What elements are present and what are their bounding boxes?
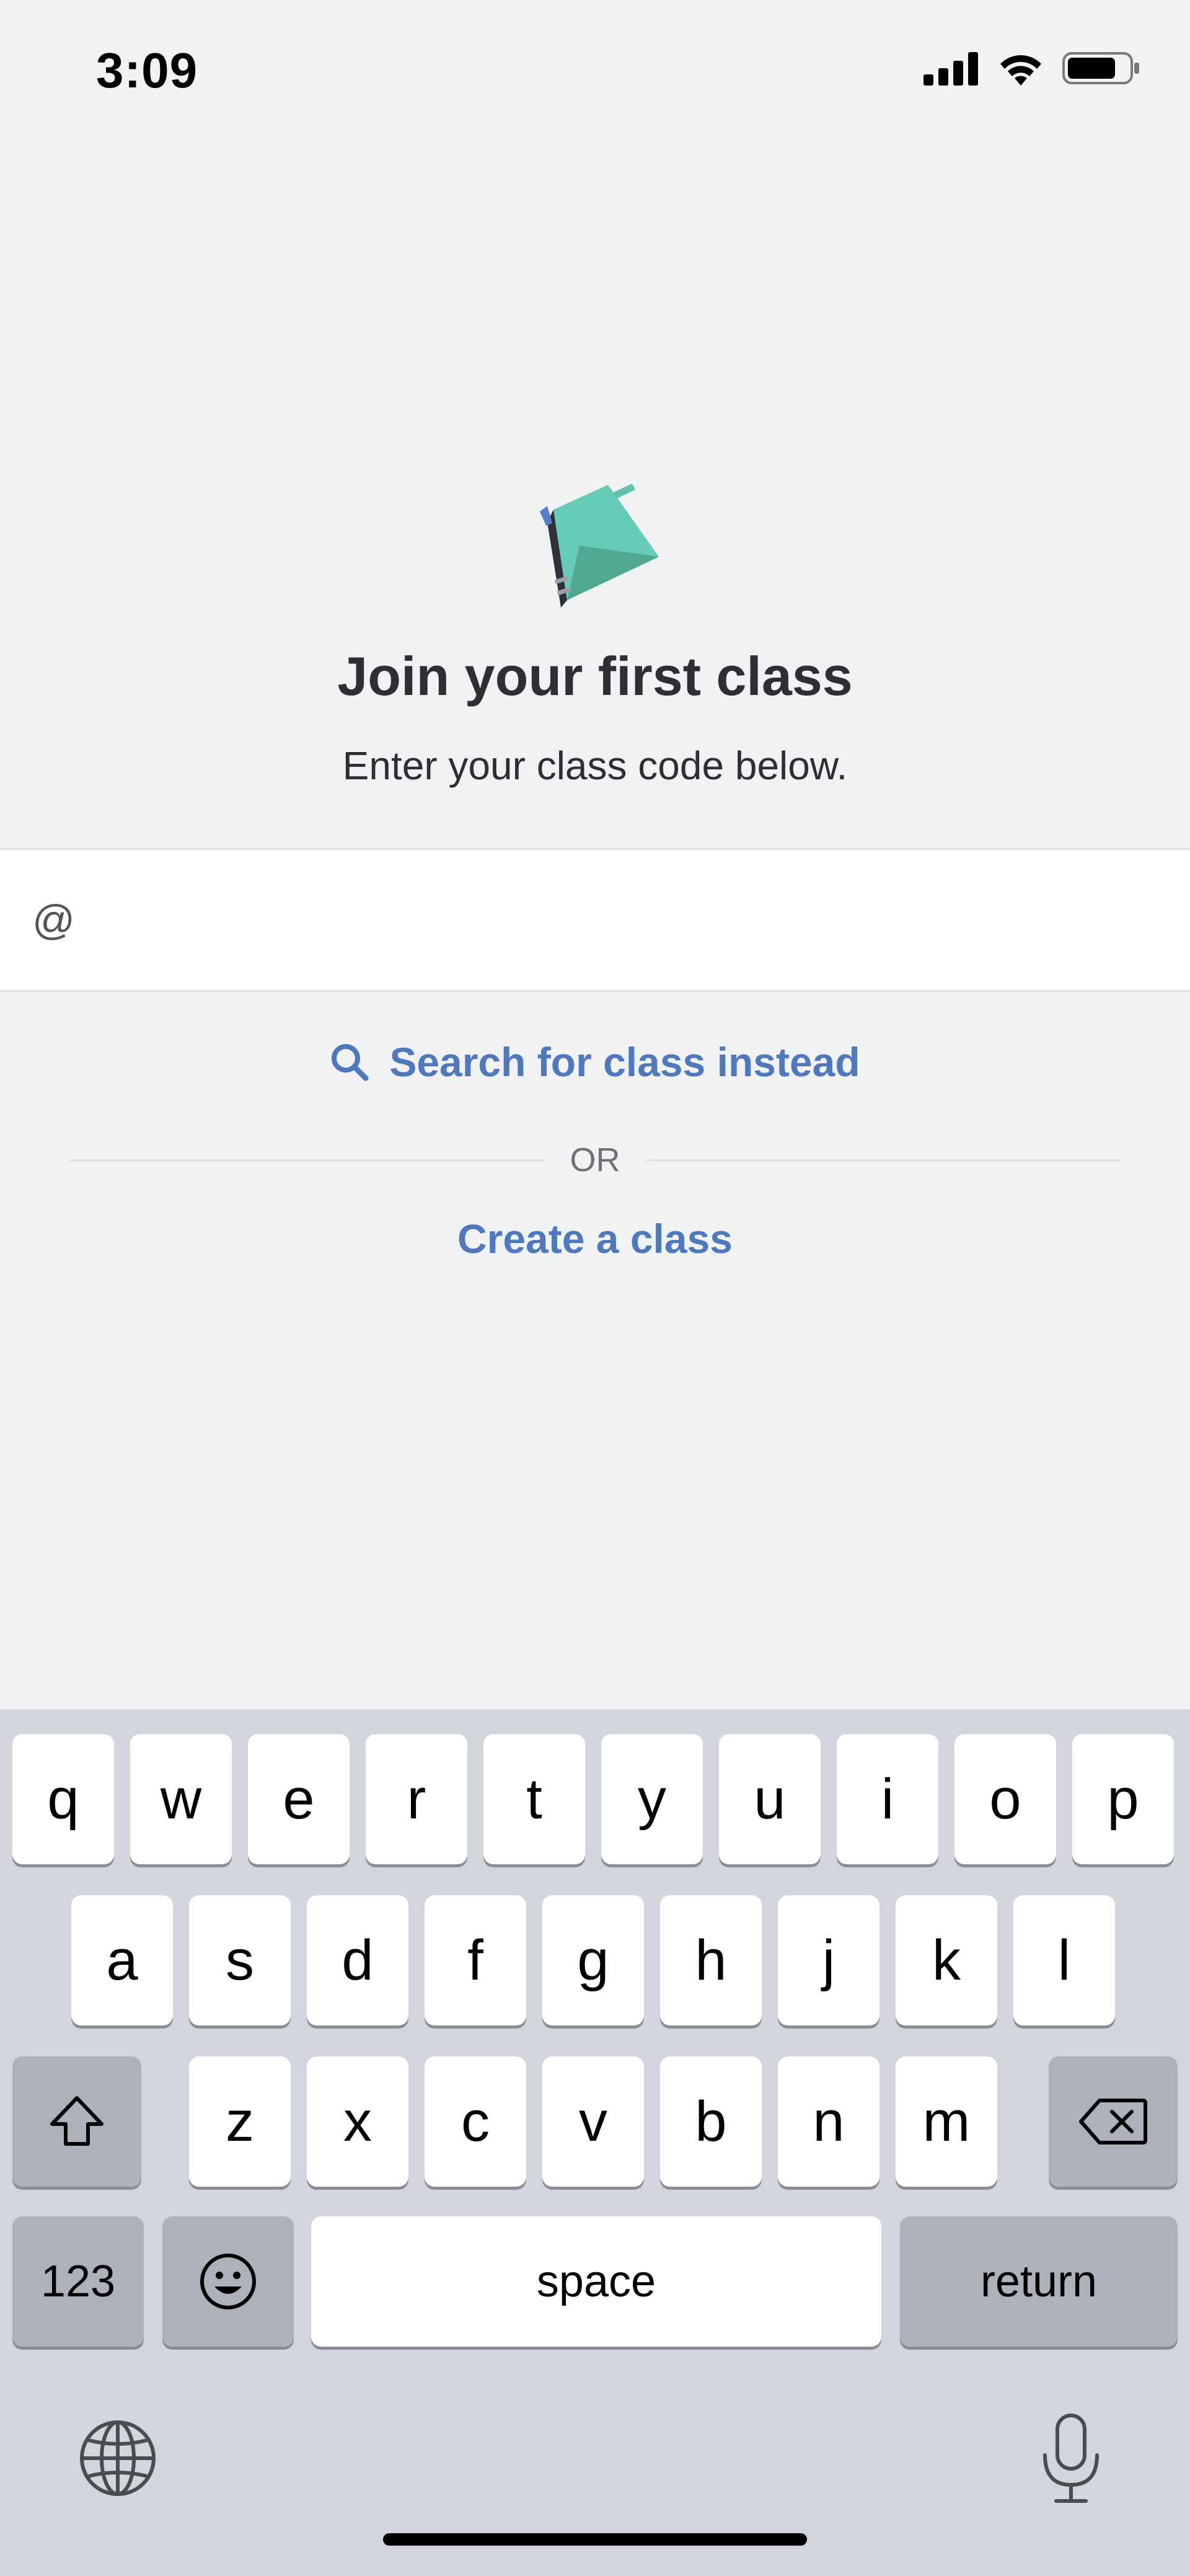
book-icon [540,484,659,608]
key-i[interactable]: i [837,1734,938,1864]
key-p[interactable]: p [1072,1734,1174,1864]
space-key[interactable]: space [311,2216,881,2347]
emoji-icon [200,2254,256,2309]
key-m[interactable]: m [896,2056,997,2187]
key-n[interactable]: n [778,2056,879,2187]
numbers-key[interactable]: 123 [12,2216,144,2347]
search-class-button[interactable]: Search for class instead [0,1038,1190,1086]
key-q[interactable]: q [12,1734,114,1864]
key-x[interactable]: x [307,2056,408,2187]
microphone-icon[interactable] [1034,2412,1108,2505]
class-code-field[interactable]: @ [0,848,1190,992]
delete-key[interactable] [1049,2056,1178,2187]
or-divider: OR [69,1138,1121,1182]
key-c[interactable]: c [425,2056,526,2187]
key-t[interactable]: t [483,1734,585,1864]
key-j[interactable]: j [778,1895,879,2025]
shift-icon [50,2096,104,2146]
key-f[interactable]: f [425,1895,526,2025]
key-y[interactable]: y [601,1734,703,1864]
battery-icon [1062,52,1139,84]
delete-icon [1079,2099,1147,2144]
divider-line-left [69,1159,545,1161]
create-class-button[interactable]: Create a class [0,1215,1190,1262]
status-bar: 3:09 [0,0,1190,143]
page-subtitle: Enter your class code below. [342,743,848,788]
return-key[interactable]: return [900,2216,1178,2347]
class-code-input[interactable] [75,850,1190,990]
key-l[interactable]: l [1013,1895,1115,2025]
at-prefix: @ [32,896,76,944]
key-a[interactable]: a [71,1895,173,2025]
key-d[interactable]: d [307,1895,408,2025]
keyboard: q w e r t y u i o p a s d f g h j k l z … [0,1709,1190,2576]
divider-line-right [645,1159,1121,1161]
search-class-label: Search for class instead [389,1039,860,1085]
key-b[interactable]: b [660,2056,762,2187]
status-icons [923,51,1140,86]
key-u[interactable]: u [719,1734,821,1864]
home-indicator[interactable] [383,2533,807,2546]
or-label: OR [570,1141,620,1179]
cellular-signal-icon [923,52,978,86]
key-o[interactable]: o [954,1734,1056,1864]
status-time: 3:09 [96,43,198,98]
key-z[interactable]: z [189,2056,291,2187]
shift-key[interactable] [12,2056,141,2187]
emoji-key[interactable] [162,2216,294,2347]
key-k[interactable]: k [896,1895,997,2025]
key-v[interactable]: v [542,2056,644,2187]
key-w[interactable]: w [130,1734,232,1864]
key-e[interactable]: e [248,1734,350,1864]
key-h[interactable]: h [660,1895,762,2025]
key-s[interactable]: s [189,1895,291,2025]
wifi-icon [1000,55,1041,86]
search-icon [332,1044,369,1081]
page-title: Join your first class [337,645,853,707]
key-r[interactable]: r [366,1734,467,1864]
key-g[interactable]: g [542,1895,644,2025]
globe-icon[interactable] [77,2418,158,2499]
